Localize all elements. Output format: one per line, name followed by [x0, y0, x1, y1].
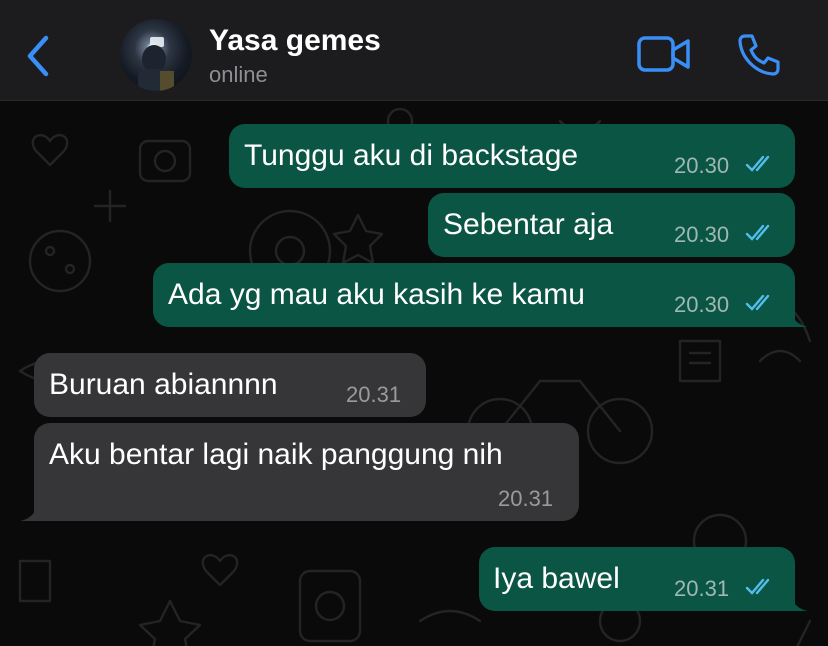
message-text: Iya bawel	[493, 562, 620, 595]
message-bubble-incoming[interactable]: Buruan abiannnn 20.31	[34, 353, 426, 417]
message-time: 20.30	[674, 153, 730, 178]
message-text: Aku bentar lagi naik panggung nih	[49, 438, 503, 471]
message-bubble-outgoing[interactable]: Iya bawel 20.31	[479, 547, 795, 611]
bubble-tail	[20, 503, 38, 521]
avatar[interactable]	[120, 19, 192, 91]
video-camera-icon[interactable]	[636, 34, 692, 74]
message-bubble-outgoing[interactable]: Ada yg mau aku kasih ke kamu 20.30	[153, 263, 795, 327]
chat-header: Yasa gemes online	[0, 0, 828, 101]
bubble-tail	[790, 593, 808, 611]
read-receipt-icon	[745, 294, 770, 311]
message-time: 20.31	[346, 382, 402, 407]
read-receipt-icon	[745, 155, 770, 172]
message-time: 20.30	[674, 292, 730, 317]
phone-icon[interactable]	[736, 32, 782, 78]
message-text: Tunggu aku di backstage	[244, 139, 579, 172]
message-bubble-outgoing[interactable]: Sebentar aja 20.30	[428, 193, 795, 257]
bubble-tail	[790, 309, 808, 327]
message-time: 20.31	[498, 486, 554, 511]
chat-area[interactable]: Tunggu aku di backstage 20.30 Sebentar a…	[0, 101, 828, 646]
message-bubble-incoming[interactable]: Aku bentar lagi naik panggung nih 20.31	[34, 423, 579, 521]
message-text: Sebentar aja	[443, 208, 614, 241]
read-receipt-icon	[745, 578, 770, 595]
message-text: Ada yg mau aku kasih ke kamu	[168, 278, 585, 311]
contact-status: online	[209, 62, 268, 87]
message-time: 20.30	[674, 222, 730, 247]
message-time: 20.31	[674, 576, 730, 601]
read-receipt-icon	[745, 224, 770, 241]
message-text: Buruan abiannnn	[49, 368, 278, 401]
message-bubble-outgoing[interactable]: Tunggu aku di backstage 20.30	[229, 124, 795, 188]
chevron-left-icon[interactable]	[22, 34, 56, 78]
contact-name[interactable]: Yasa gemes	[209, 24, 381, 58]
